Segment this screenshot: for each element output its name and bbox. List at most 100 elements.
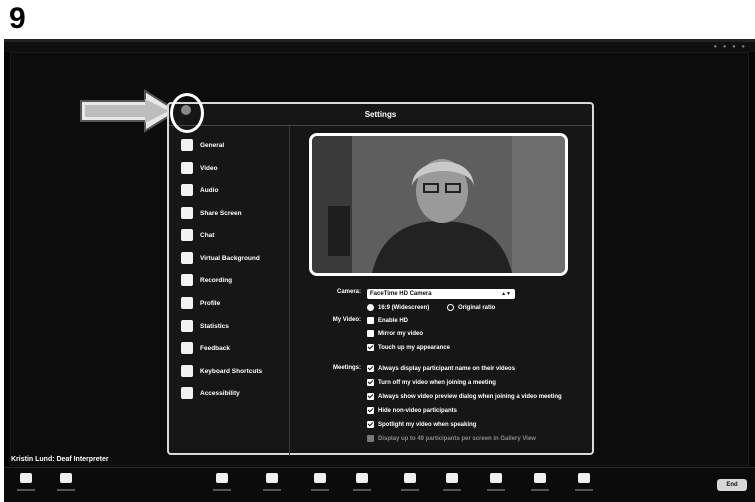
statistics-icon <box>181 320 193 332</box>
share-screen-icon <box>181 207 193 219</box>
window-top-bar: ● ● ● ● <box>4 42 755 52</box>
mirror-video-label: Mirror my video <box>378 330 424 337</box>
sidebar-item-statistics[interactable]: Statistics <box>181 319 229 333</box>
ratio-widescreen-option[interactable]: 16:9 (Widescreen) <box>367 304 429 311</box>
sidebar-item-label: Chat <box>200 231 215 239</box>
ratio-original-option[interactable]: Original ratio <box>447 304 495 311</box>
polls-button[interactable] <box>396 473 424 497</box>
hide-non-video-label: Hide non-video participants <box>378 407 458 414</box>
spotlight-checkbox[interactable]: Spotlight my video when speaking <box>367 421 476 428</box>
my-video-label: My Video: <box>332 317 361 323</box>
feedback-icon <box>181 342 193 354</box>
keyboard-icon <box>181 365 193 377</box>
sidebar-divider <box>289 126 290 456</box>
video-preview-label: Always show video preview dialog when jo… <box>378 393 562 400</box>
accessibility-icon <box>181 387 193 399</box>
settings-dialog: Settings General Video Audio Share Scree… <box>167 102 594 456</box>
camera-preview-image <box>312 136 565 273</box>
sidebar-item-accessibility[interactable]: Accessibility <box>181 386 240 400</box>
closed-caption-button[interactable] <box>482 473 510 497</box>
camera-label: Camera: <box>336 289 361 295</box>
sidebar-item-label: Recording <box>200 276 233 284</box>
step-number: 9 <box>9 2 26 35</box>
sidebar-item-video[interactable]: Video <box>181 161 218 175</box>
checkbox-checked-icon <box>367 344 374 351</box>
breakout-rooms-button[interactable] <box>526 473 554 497</box>
sidebar-item-virtual-background[interactable]: Virtual Background <box>181 251 260 265</box>
settings-title: Settings <box>364 110 397 119</box>
sidebar-item-label: General <box>200 141 225 149</box>
display-names-label: Always display participant name on their… <box>378 365 516 372</box>
touch-up-checkbox[interactable]: Touch up my appearance <box>367 344 450 351</box>
video-button[interactable] <box>52 473 80 497</box>
sidebar-item-label: Video <box>200 164 218 172</box>
checkbox-checked-icon <box>367 393 374 400</box>
gear-icon <box>181 139 193 151</box>
touch-up-label: Touch up my appearance <box>378 344 450 351</box>
sidebar-item-keyboard-shortcuts[interactable]: Keyboard Shortcuts <box>181 364 262 378</box>
gallery-49-label: Display up to 49 participants per screen… <box>378 435 536 442</box>
gallery-49-checkbox[interactable]: Display up to 49 participants per screen… <box>367 435 536 442</box>
headphones-icon <box>181 184 193 196</box>
sidebar-item-share-screen[interactable]: Share Screen <box>181 206 242 220</box>
sidebar-item-feedback[interactable]: Feedback <box>181 341 230 355</box>
recording-icon <box>181 274 193 286</box>
participants-button[interactable] <box>258 473 286 497</box>
end-meeting-button[interactable]: End <box>717 479 747 491</box>
ratio-original-label: Original ratio <box>458 304 496 311</box>
enable-hd-label: Enable HD <box>378 317 409 324</box>
settings-sidebar: General Video Audio Share Screen Chat Vi… <box>181 130 286 455</box>
chat-bubble-icon <box>181 229 193 241</box>
window-controls-icon[interactable]: ● ● ● ● <box>714 44 748 50</box>
virtual-background-icon <box>181 252 193 264</box>
ratio-widescreen-label: 16:9 (Widescreen) <box>378 304 430 311</box>
participants-icon <box>266 473 278 483</box>
sidebar-item-chat[interactable]: Chat <box>181 228 214 242</box>
enable-hd-checkbox[interactable]: Enable HD <box>367 317 408 324</box>
sidebar-item-label: Virtual Background <box>200 254 260 262</box>
turn-off-video-label: Turn off my video when joining a meeting <box>378 379 496 386</box>
sidebar-item-general[interactable]: General <box>181 138 224 152</box>
headphones-icon <box>20 473 32 483</box>
share-screen-icon <box>356 473 368 483</box>
audio-button[interactable] <box>12 473 40 497</box>
record-button[interactable] <box>438 473 466 497</box>
reactions-button[interactable] <box>570 473 598 497</box>
reactions-icon <box>578 473 590 483</box>
sidebar-item-label: Feedback <box>200 344 230 352</box>
chevron-down-icon: ▲▼ <box>501 291 511 297</box>
share-screen-button[interactable] <box>348 473 376 497</box>
turn-off-video-checkbox[interactable]: Turn off my video when joining a meeting <box>367 379 496 386</box>
close-dialog-icon[interactable] <box>181 105 191 115</box>
sidebar-item-label: Audio <box>200 186 219 194</box>
sidebar-item-profile[interactable]: Profile <box>181 296 220 310</box>
chat-button[interactable] <box>306 473 334 497</box>
sidebar-item-recording[interactable]: Recording <box>181 273 232 287</box>
profile-icon <box>181 297 193 309</box>
sidebar-item-label: Accessibility <box>200 389 240 397</box>
display-names-checkbox[interactable]: Always display participant name on their… <box>367 365 515 372</box>
checkbox-icon <box>367 317 374 324</box>
checkbox-checked-icon <box>367 379 374 386</box>
video-camera-icon <box>60 473 72 483</box>
sidebar-item-audio[interactable]: Audio <box>181 183 218 197</box>
title-divider <box>169 125 592 126</box>
meetings-label: Meetings: <box>332 365 361 371</box>
pointer-arrow-icon <box>80 89 179 133</box>
zoom-meeting-window: ● ● ● ● Kristin Lund: Deaf Interpreter S… <box>4 39 755 502</box>
sidebar-item-label: Share Screen <box>200 209 242 217</box>
mirror-video-checkbox[interactable]: Mirror my video <box>367 330 423 337</box>
spotlight-label: Spotlight my video when speaking <box>378 421 477 428</box>
camera-select-value: FaceTime HD Camera <box>370 291 432 297</box>
sidebar-item-label: Statistics <box>200 322 229 330</box>
camera-select[interactable]: FaceTime HD Camera ▲▼ <box>367 289 515 299</box>
checkbox-checked-icon <box>367 407 374 414</box>
bar-chart-icon <box>404 473 416 483</box>
participant-name-tag: Kristin Lund: Deaf Interpreter <box>8 455 112 464</box>
video-preview-checkbox[interactable]: Always show video preview dialog when jo… <box>367 393 562 400</box>
hide-non-video-checkbox[interactable]: Hide non-video participants <box>367 407 457 414</box>
sidebar-item-label: Profile <box>200 299 221 307</box>
video-camera-icon <box>181 162 193 174</box>
security-button[interactable] <box>208 473 236 497</box>
record-icon <box>446 473 458 483</box>
